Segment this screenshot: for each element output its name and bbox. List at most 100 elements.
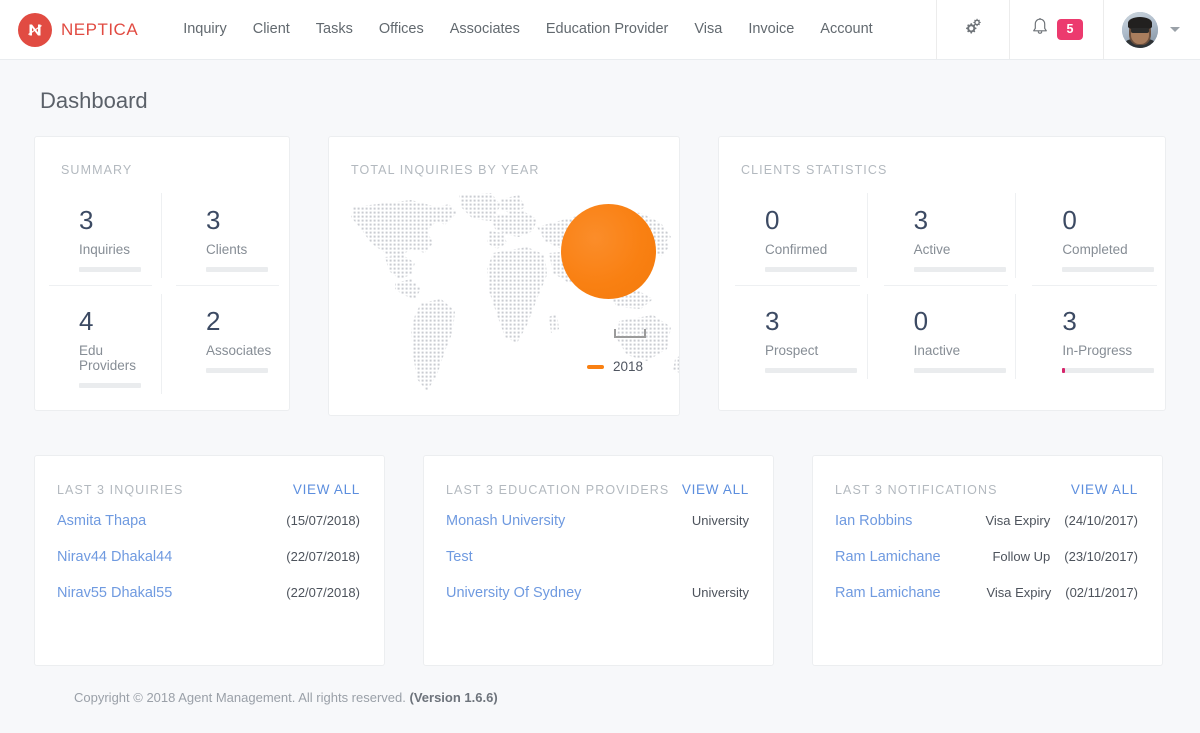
stat-progress-bar [765,267,857,273]
provider-name-link[interactable]: University Of Sydney [446,585,581,601]
stat-value: 3 [79,205,94,235]
main-nav-list: Inquiry Client Tasks Offices Associates … [170,0,886,59]
version-label: (Version 1.6.6) [409,690,498,705]
list-item[interactable]: Ian Robbins Visa Expiry (24/10/2017) [835,503,1138,539]
notification-name-link[interactable]: Ram Lamichane [835,585,941,601]
nav-link-account[interactable]: Account [807,0,885,59]
stat-in-progress: 3 In-Progress [1016,286,1165,387]
provider-type: University [691,513,749,528]
view-all-inquiries-link[interactable]: VIEW ALL [293,482,360,497]
summary-card: SUMMARY 3 Inquiries 3 Clients 4 Edu Prov… [34,136,290,411]
stat-value: 0 [913,306,929,337]
stat-label: Inquiries [79,242,131,258]
top-navigation-bar: NEPTICA Inquiry Client Tasks Offices Ass… [0,0,1200,60]
nav-link-associates[interactable]: Associates [437,0,533,59]
page-title: Dashboard [40,88,148,113]
notification-date: (23/10/2017) [1064,549,1138,564]
stat-label: Associates [206,343,272,359]
stat-confirmed: 0 Confirmed [719,185,868,287]
list-item-meta: University [692,585,749,600]
list-item-meta: Visa Expiry (02/11/2017) [986,585,1138,600]
nav-item: Tasks [303,0,366,59]
notifications-button[interactable]: 5 [1009,0,1103,59]
footer: Copyright © 2018 Agent Management. All r… [34,690,1166,705]
last-notifications-title: LAST 3 NOTIFICATIONS [835,483,998,497]
notification-type: Visa Expiry [985,513,1051,528]
notification-date: (24/10/2017) [1064,513,1138,528]
map-scale-bar [614,329,646,338]
nav-item: Education Provider [533,0,682,59]
notification-name-link[interactable]: Ram Lamichane [835,549,941,565]
view-all-notifications-link[interactable]: VIEW ALL [1071,482,1138,497]
list-header: LAST 3 INQUIRIES VIEW ALL [57,482,360,497]
list-item[interactable]: Ram Lamichane Follow Up (23/10/2017) [835,539,1138,575]
stat-inquiries: 3 Inquiries [35,185,162,287]
stat-progress-bar [765,368,857,374]
stat-progress-bar [1062,267,1155,273]
nav-item: Visa [681,0,735,59]
stat-progress-bar [1062,368,1155,374]
provider-name-link[interactable]: Monash University [446,513,565,529]
nav-item: Offices [366,0,437,59]
clients-statistics-card: CLIENTS STATISTICS 0 Confirmed 3 Active … [718,136,1166,411]
inquiry-date: (15/07/2018) [286,513,360,528]
brand-name: NEPTICA [61,19,139,39]
list-item[interactable]: University Of Sydney University [446,575,749,611]
stat-progress-bar [913,368,1006,374]
stat-completed: 0 Completed [1016,185,1165,287]
list-item-meta: (15/07/2018) [286,513,360,528]
last-inquiries-card: LAST 3 INQUIRIES VIEW ALL Asmita Thapa (… [34,455,385,666]
stat-progress-bar [79,383,141,389]
last-education-providers-title: LAST 3 EDUCATION PROVIDERS [446,483,670,497]
page-content: Dashboard SUMMARY 3 Inquiries 3 Clients … [0,60,1200,705]
nav-link-tasks[interactable]: Tasks [303,0,366,59]
list-item[interactable]: Test [446,539,749,575]
notification-type: Visa Expiry [986,585,1052,600]
view-all-education-providers-link[interactable]: VIEW ALL [682,482,749,497]
notification-count-badge: 5 [1057,19,1083,40]
nav-link-offices[interactable]: Offices [366,0,437,59]
cogs-icon [962,17,984,42]
stat-label: Confirmed [765,242,828,258]
stat-inactive: 0 Inactive [868,286,1017,387]
provider-name-link[interactable]: Test [446,549,473,565]
clients-card-title: CLIENTS STATISTICS [741,163,888,177]
nav-item: Inquiry [170,0,240,59]
brand-logo-link[interactable]: NEPTICA [0,0,156,59]
list-item[interactable]: Asmita Thapa (15/07/2018) [57,503,360,539]
nav-link-invoice[interactable]: Invoice [735,0,807,59]
last-education-providers-card: LAST 3 EDUCATION PROVIDERS VIEW ALL Mona… [423,455,774,666]
list-item[interactable]: Monash University University [446,503,749,539]
list-item[interactable]: Nirav55 Dhakal55 (22/07/2018) [57,575,360,611]
clients-stat-grid: 0 Confirmed 3 Active 0 Completed 3 Prosp [719,185,1165,387]
nav-link-education-provider[interactable]: Education Provider [533,0,682,59]
nav-item: Invoice [735,0,807,59]
top-cards-row: SUMMARY 3 Inquiries 3 Clients 4 Edu Prov… [34,136,1166,416]
stat-label: Prospect [765,343,819,359]
inquiry-name-link[interactable]: Asmita Thapa [57,513,146,529]
last-notifications-card: LAST 3 NOTIFICATIONS VIEW ALL Ian Robbin… [812,455,1163,666]
inquiry-name-link[interactable]: Nirav55 Dhakal55 [57,585,172,601]
list-item-meta: (22/07/2018) [286,585,360,600]
stat-progress-bar [79,267,141,273]
list-item[interactable]: Nirav44 Dhakal44 (22/07/2018) [57,539,360,575]
user-menu-button[interactable] [1103,0,1200,59]
chevron-down-icon [1170,27,1180,32]
notification-type: Follow Up [992,549,1051,564]
list-item[interactable]: Ram Lamichane Visa Expiry (02/11/2017) [835,575,1138,611]
settings-button[interactable] [936,0,1009,59]
stat-clients: 3 Clients [162,185,289,287]
stat-prospect: 3 Prospect [719,286,868,387]
nav-item: Account [807,0,885,59]
stat-value: 3 [206,205,221,235]
nav-link-inquiry[interactable]: Inquiry [170,0,240,59]
notification-name-link[interactable]: Ian Robbins [835,513,912,529]
nav-link-client[interactable]: Client [240,0,303,59]
pie-slice-2018 [561,204,656,299]
inquiry-name-link[interactable]: Nirav44 Dhakal44 [57,549,172,565]
stat-label: Active [913,242,951,258]
bell-icon [1030,16,1050,43]
list-header: LAST 3 NOTIFICATIONS VIEW ALL [835,482,1138,497]
nav-link-visa[interactable]: Visa [681,0,735,59]
stat-label: Inactive [913,343,961,359]
